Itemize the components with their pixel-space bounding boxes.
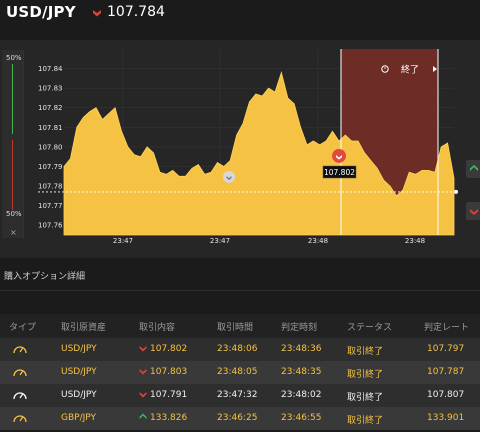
- cell-judge-time: 23:46:55: [281, 413, 322, 423]
- header-content: 取引内容: [139, 323, 176, 333]
- table-body: USD/JPY 107.802 23:48:06 23:48:36 取引終了 1…: [0, 338, 480, 430]
- timer-gauge-icon: [13, 346, 27, 354]
- cell-time: 23:46:25: [217, 413, 258, 423]
- table-row[interactable]: GBP/JPY 133.826 23:46:25 23:46:55 取引終了 1…: [0, 407, 480, 430]
- timer-gauge-icon: [13, 369, 27, 377]
- timer-gauge-icon: [13, 415, 27, 423]
- close-label: 終了: [401, 64, 419, 76]
- table-row[interactable]: USD/JPY 107.803 23:48:05 23:48:35 取引終了 1…: [0, 361, 480, 384]
- cell-time: 23:48:05: [217, 367, 258, 377]
- cell-time: 23:48:06: [217, 344, 258, 354]
- y-tick-label: 107.77: [38, 202, 63, 210]
- x-tick-label: 23:48: [308, 237, 328, 245]
- cell-status: 取引終了: [347, 370, 384, 380]
- cell-content-rate: 107.791: [150, 390, 188, 400]
- cell-content: 107.791: [139, 390, 187, 400]
- up-arrow-green-icon: [139, 413, 147, 419]
- price-tag-text: 107.802: [324, 168, 355, 177]
- header-time: 取引時間: [217, 323, 254, 333]
- cell-judge-rate: 107.807: [427, 390, 465, 400]
- cell-asset: USD/JPY: [61, 390, 97, 400]
- table-row[interactable]: USD/JPY 107.802 23:48:06 23:48:36 取引終了 1…: [0, 338, 480, 361]
- header-type: タイプ: [9, 323, 37, 333]
- y-tick-label: 107.82: [38, 104, 63, 112]
- cell-content: 107.803: [139, 367, 187, 377]
- cell-asset: GBP/JPY: [61, 413, 96, 423]
- x-tick-label: 23:48: [405, 237, 425, 245]
- cell-content: 133.826: [139, 413, 187, 423]
- cell-judge-time: 23:48:35: [281, 367, 322, 377]
- options-table: タイプ 取引原資産 取引内容 取引時間 判定時刻 ステータス 判定レート USD…: [0, 314, 480, 430]
- y-tick-label: 107.81: [38, 124, 63, 132]
- down-arrow-red-icon: [139, 369, 147, 375]
- cell-asset: USD/JPY: [61, 344, 97, 354]
- down-arrow-red-icon: [139, 392, 147, 398]
- x-axis-ticks: 23:47 23:47 23:48 23:48: [113, 237, 425, 245]
- y-tick-label: 107.83: [38, 85, 63, 93]
- call-button[interactable]: [466, 160, 480, 178]
- down-arrow-red-icon: [139, 346, 147, 352]
- cell-asset: USD/JPY: [61, 367, 97, 377]
- down-arrow-icon: [93, 10, 101, 17]
- down-arrow-red-icon: [470, 209, 478, 215]
- header-judge-time: 判定時刻: [281, 323, 318, 333]
- header-status: ステータス: [347, 323, 393, 333]
- current-price-tag: 107.802: [322, 165, 357, 179]
- y-axis-ticks: 107.84 107.83 107.82 107.81 107.80 107.79 107.…: [38, 65, 63, 230]
- top-bar: USD/JPY 107.784: [0, 0, 480, 26]
- y-tick-label: 107.79: [38, 163, 63, 171]
- cell-status: 取引終了: [347, 416, 384, 426]
- section-title: 購入オプション詳細: [4, 272, 86, 282]
- reference-price-dot: [454, 189, 458, 194]
- cell-status: 取引終了: [347, 393, 384, 403]
- y-tick-label: 107.76: [38, 222, 63, 230]
- x-tick-label: 23:47: [113, 237, 133, 245]
- table-header: タイプ 取引原資産 取引内容 取引時間 判定時刻 ステータス 判定レート: [0, 314, 480, 338]
- cell-content-rate: 133.826: [150, 413, 188, 423]
- header-asset: 取引原資産: [61, 323, 107, 333]
- y-tick-label: 107.84: [38, 65, 63, 73]
- divider: [0, 290, 480, 291]
- table-row[interactable]: USD/JPY 107.791 23:47:32 23:48:02 取引終了 1…: [0, 384, 480, 407]
- cell-status: 取引終了: [347, 347, 384, 357]
- cell-content-rate: 107.802: [150, 344, 188, 354]
- trading-app: USD/JPY 107.784 50% 50% × 107.84 107.83 10…: [0, 0, 480, 432]
- current-price: 107.784: [107, 4, 165, 20]
- up-arrow-green-icon: [470, 165, 478, 171]
- cell-judge-time: 23:48:02: [281, 390, 322, 400]
- put-button[interactable]: [466, 202, 480, 220]
- cell-time: 23:47:32: [217, 390, 258, 400]
- cell-judge-time: 23:48:36: [281, 344, 322, 354]
- cell-content-rate: 107.803: [150, 367, 188, 377]
- cell-judge-rate: 107.787: [427, 367, 465, 377]
- cell-judge-rate: 107.797: [427, 344, 465, 354]
- pair-title[interactable]: USD/JPY: [6, 3, 76, 21]
- cell-judge-rate: 133.901: [427, 413, 465, 423]
- timer-gauge-icon: [13, 392, 27, 400]
- y-tick-label: 107.78: [38, 183, 63, 191]
- y-tick-label: 107.80: [38, 143, 63, 151]
- x-tick-label: 23:47: [210, 237, 230, 245]
- price-chart: 107.84 107.83 107.82 107.81 107.80 107.79 107.…: [38, 49, 458, 245]
- cell-content: 107.802: [139, 344, 187, 354]
- header-judge-rate: 判定レート: [424, 323, 470, 333]
